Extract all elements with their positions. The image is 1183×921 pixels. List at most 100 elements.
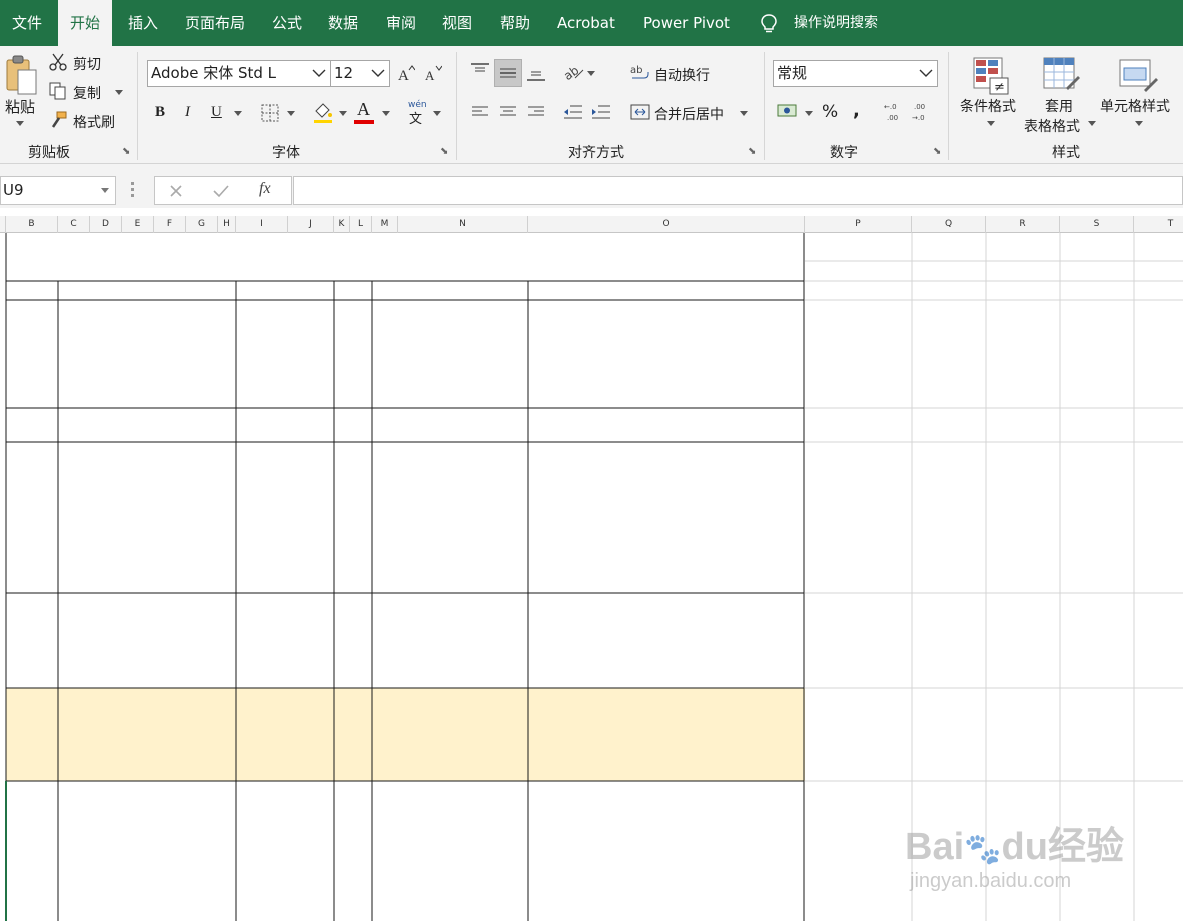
column-header[interactable]: L [350, 216, 372, 233]
cell-styles-button[interactable]: 单元格样式 [1100, 96, 1170, 116]
underline-button[interactable]: U [211, 104, 222, 121]
copy-dropdown-arrow[interactable] [115, 90, 123, 96]
group-label-number: 数字 [830, 145, 858, 161]
tab-power-pivot[interactable]: Power Pivot [631, 0, 742, 46]
column-header[interactable]: C [58, 216, 90, 233]
column-header[interactable]: Q [912, 216, 986, 233]
cut-button[interactable]: 剪切 [73, 54, 101, 74]
column-header[interactable]: K [334, 216, 350, 233]
column-header[interactable]: G [186, 216, 218, 233]
group-separator [137, 52, 138, 160]
comma-style-button[interactable]: , [853, 100, 860, 121]
number-format-combo[interactable]: 常规 [773, 60, 938, 87]
formula-input[interactable] [293, 176, 1183, 205]
merge-dropdown-arrow[interactable] [740, 111, 748, 117]
paste-button[interactable]: 粘贴 [5, 96, 35, 117]
increase-font-size-icon[interactable]: A [397, 64, 415, 82]
tab-data[interactable]: 数据 [316, 0, 370, 46]
tab-insert[interactable]: 插入 [116, 0, 170, 46]
phonetic-dropdown-arrow[interactable] [433, 111, 441, 117]
name-box[interactable]: U9 [0, 176, 116, 205]
align-bottom-icon[interactable] [526, 66, 546, 82]
borders-dropdown-arrow[interactable] [287, 111, 295, 117]
accounting-format-icon[interactable] [777, 101, 801, 121]
decrease-decimal-icon[interactable]: .00→.0 [912, 101, 934, 123]
column-header[interactable]: E [122, 216, 154, 233]
cell-styles-dropdown-arrow[interactable] [1135, 121, 1143, 127]
column-header[interactable]: P [805, 216, 912, 233]
number-dialog-launcher[interactable]: ⬊ [933, 146, 941, 157]
column-header[interactable]: F [154, 216, 186, 233]
fill-color-dropdown-arrow[interactable] [339, 111, 347, 117]
merge-center-button[interactable]: 合并后居中 [654, 104, 724, 124]
font-name-combo[interactable]: Adobe 宋体 Std L [147, 60, 331, 87]
column-header[interactable]: M [372, 216, 398, 233]
font-size-value: 12 [334, 64, 354, 82]
font-name-value: Adobe 宋体 Std L [151, 64, 277, 82]
tab-file[interactable]: 文件 [0, 0, 54, 46]
column-header[interactable]: N [398, 216, 528, 233]
percent-style-button[interactable]: % [822, 102, 838, 122]
align-left-icon[interactable] [470, 104, 490, 120]
underline-dropdown-arrow[interactable] [234, 111, 242, 117]
column-header[interactable]: T [1134, 216, 1183, 233]
decrease-indent-icon[interactable] [562, 102, 584, 122]
orientation-dropdown-arrow[interactable] [587, 71, 595, 77]
conditional-formatting-button[interactable]: 条件格式 [960, 96, 1016, 116]
align-top-icon[interactable] [470, 62, 490, 78]
column-header[interactable]: B [6, 216, 58, 233]
alignment-dialog-launcher[interactable]: ⬊ [748, 146, 756, 157]
phonetic-guide-button[interactable]: 文 [409, 108, 422, 127]
cancel-icon[interactable] [169, 184, 183, 198]
decrease-font-size-icon[interactable]: A [424, 64, 442, 82]
align-center-icon[interactable] [498, 104, 518, 120]
paste-icon[interactable] [4, 54, 40, 96]
column-header[interactable]: D [90, 216, 122, 233]
name-box-dropdown-arrow[interactable] [101, 188, 109, 194]
tab-help[interactable]: 帮助 [488, 0, 542, 46]
increase-decimal-icon[interactable]: ←.0.00 [884, 101, 906, 123]
wrap-text-button[interactable]: 自动换行 [654, 65, 710, 85]
cell-styles-icon [1119, 59, 1158, 92]
column-header[interactable]: R [986, 216, 1060, 233]
formula-bar-grip[interactable] [131, 182, 135, 198]
tab-page-layout[interactable]: 页面布局 [173, 0, 257, 46]
text-orientation-icon[interactable]: ab [563, 62, 585, 82]
accounting-dropdown-arrow[interactable] [805, 111, 813, 117]
paste-dropdown-arrow[interactable] [16, 121, 24, 127]
tab-acrobat[interactable]: Acrobat [545, 0, 627, 46]
group-separator [764, 52, 765, 160]
chevron-down-icon [919, 69, 933, 77]
insert-function-button[interactable]: fx [259, 180, 271, 198]
increase-indent-icon[interactable] [590, 102, 612, 122]
font-size-combo[interactable]: 12 [330, 60, 390, 87]
format-painter-button[interactable]: 格式刷 [73, 112, 115, 132]
align-right-icon[interactable] [526, 104, 546, 120]
tab-formulas[interactable]: 公式 [260, 0, 314, 46]
bold-button[interactable]: B [155, 104, 165, 121]
column-header[interactable]: S [1060, 216, 1134, 233]
wrap-text-icon: ab [630, 65, 649, 79]
tab-home[interactable]: 开始 [58, 0, 113, 46]
tab-review[interactable]: 审阅 [374, 0, 428, 46]
table-style-dropdown-arrow[interactable] [1088, 121, 1096, 127]
tab-view[interactable]: 视图 [430, 0, 484, 46]
column-header[interactable]: I [236, 216, 288, 233]
conditional-dropdown-arrow[interactable] [987, 121, 995, 127]
column-header[interactable]: H [218, 216, 236, 233]
italic-button[interactable]: I [185, 104, 190, 121]
column-header[interactable]: J [288, 216, 334, 233]
copy-button[interactable]: 复制 [73, 83, 101, 103]
font-color-button[interactable]: A [357, 99, 370, 120]
clipboard-dialog-launcher[interactable]: ⬊ [122, 146, 130, 157]
format-as-table-label-2[interactable]: 表格格式 [1024, 116, 1080, 136]
font-color-dropdown-arrow[interactable] [382, 111, 390, 117]
tell-me-search[interactable]: 操作说明搜索 [782, 0, 878, 46]
column-header[interactable]: O [528, 216, 805, 233]
svg-text:A: A [398, 68, 409, 82]
fill-color-icon[interactable] [312, 101, 334, 123]
enter-check-icon[interactable] [213, 184, 229, 198]
borders-icon[interactable] [260, 103, 280, 123]
format-as-table-label-1[interactable]: 套用 [1045, 96, 1073, 116]
font-dialog-launcher[interactable]: ⬊ [440, 146, 448, 157]
